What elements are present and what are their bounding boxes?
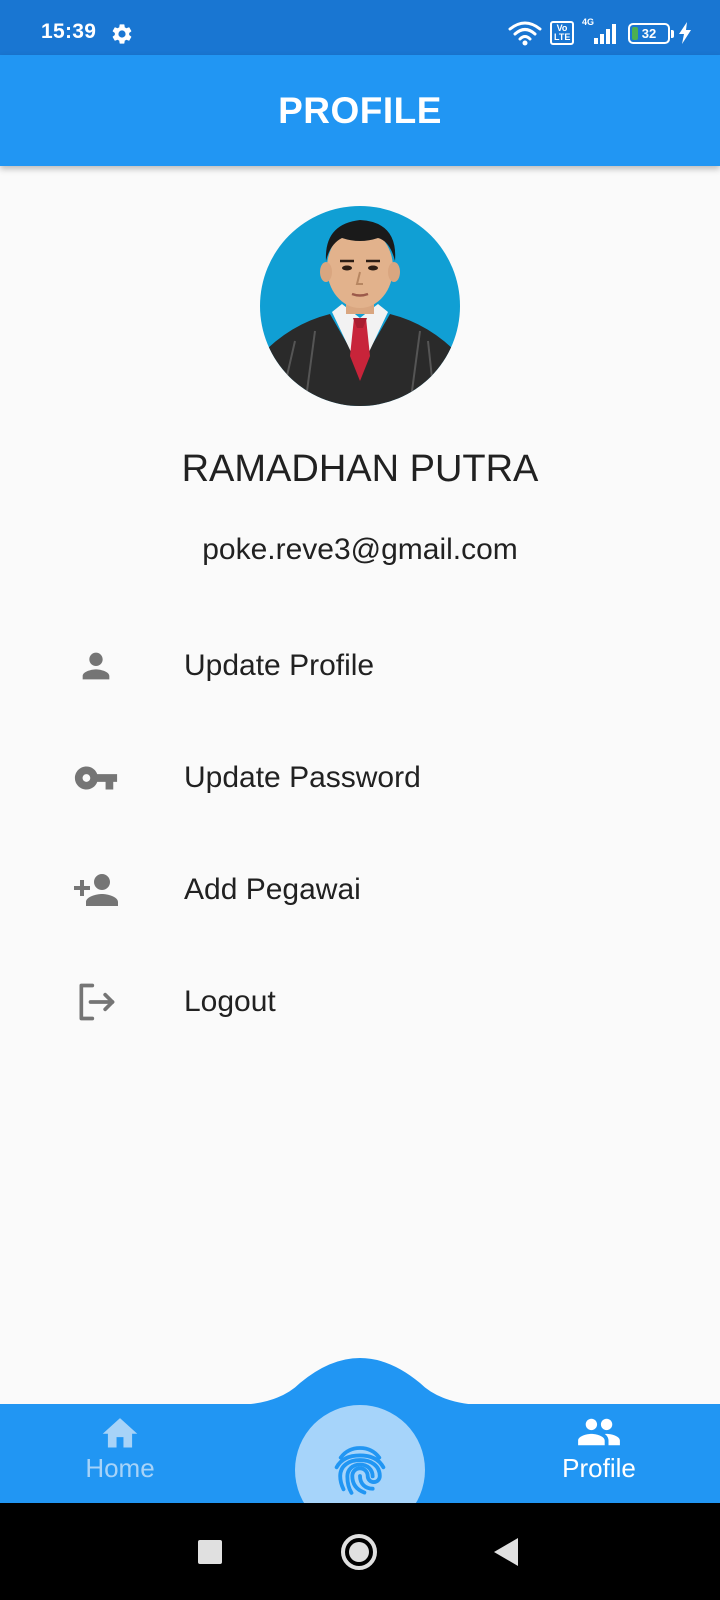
people-icon [578,1418,620,1446]
add-person-icon [72,866,120,914]
nav-profile[interactable]: Profile [534,1413,664,1503]
home-button[interactable] [341,1533,377,1570]
system-nav-bar [0,1503,720,1600]
signal-icon: 4G [582,17,620,46]
avatar [260,206,460,406]
status-bar: 15:39 Vo LTE 4G 32 [0,0,720,55]
menu-item-logout[interactable]: Logout [0,946,720,1058]
profile-menu: Update Profile Update Password Add Pegaw… [0,610,720,1058]
battery-icon: 32 [628,22,674,44]
profile-screen: 15:39 Vo LTE 4G 32 PROFILE RAMADHAN PUTR… [0,0,720,1600]
battery-level: 32 [641,25,657,41]
bottom-nav: Home Profile [0,1353,720,1535]
profile-email: poke.reve3@gmail.com [202,533,518,566]
home-icon [102,1418,138,1448]
menu-item-update-password[interactable]: Update Password [0,722,720,834]
menu-item-label: Update Password [184,761,421,794]
menu-item-label: Update Profile [184,649,375,682]
logout-icon [72,978,120,1026]
wifi-icon [508,21,542,46]
volte-bottom: LTE [554,32,571,42]
fingerprint-icon [334,1446,386,1495]
page-title: PROFILE [278,89,442,131]
nav-home-label: Home [85,1453,155,1483]
status-time: 15:39 [41,20,97,43]
nav-home[interactable]: Home [55,1413,185,1503]
charging-icon [679,22,691,44]
key-icon [72,754,120,802]
volte-icon: Vo LTE [550,21,574,45]
profile-photo [260,206,460,406]
menu-item-update-profile[interactable]: Update Profile [0,610,720,722]
app-bar: PROFILE [0,55,720,166]
recents-button[interactable] [198,1539,222,1564]
gear-icon [112,24,132,44]
profile-name: RAMADHAN PUTRA [181,448,539,490]
person-icon [72,642,120,690]
nav-profile-label: Profile [562,1453,636,1483]
menu-item-label: Logout [184,985,276,1018]
menu-item-add-pegawai[interactable]: Add Pegawai [0,834,720,946]
status-icons: Vo LTE 4G 32 [508,17,692,48]
back-button[interactable] [494,1537,518,1566]
menu-item-label: Add Pegawai [184,873,361,906]
